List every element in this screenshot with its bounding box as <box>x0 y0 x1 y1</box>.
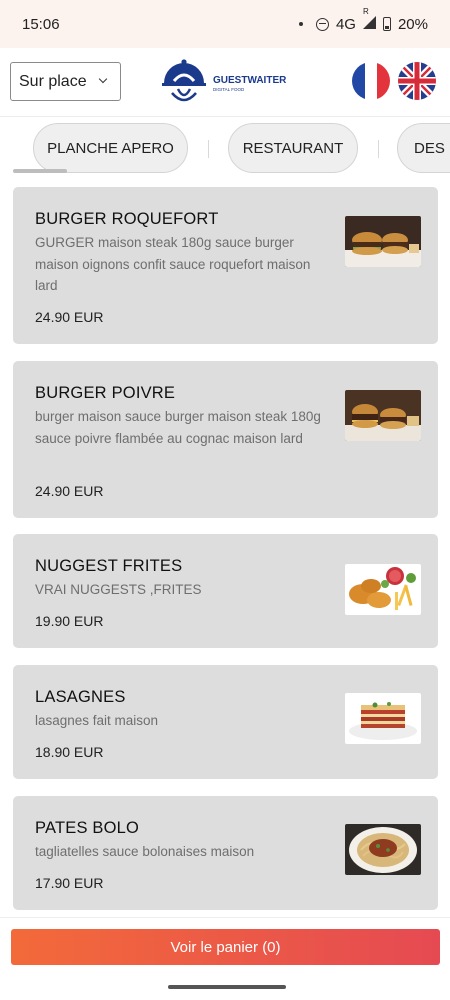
menu-item-price: 17.90 EUR <box>35 875 104 891</box>
nuggets-photo <box>345 564 421 615</box>
logo-tagline-text: DIGITAL FOOD <box>213 87 245 92</box>
french-flag-button[interactable] <box>352 62 390 100</box>
notification-dot-icon <box>298 22 303 26</box>
uk-flag-icon <box>398 62 436 100</box>
menu-item-card[interactable]: NUGGEST FRITES VRAI NUGGESTS ,FRITES 19.… <box>13 534 438 648</box>
category-tab-planche-apero[interactable]: PLANCHE APERO <box>33 123 188 173</box>
menu-item-name: BURGER ROQUEFORT <box>35 210 219 228</box>
menu-item-description: burger maison sauce burger maison steak … <box>35 409 321 446</box>
menu-item-name: BURGER POIVRE <box>35 384 176 402</box>
menu-item-name: LASAGNES <box>35 688 126 706</box>
chevron-down-icon <box>98 74 108 84</box>
category-divider <box>378 140 379 158</box>
app-header: Sur place GUESTWAITER DIGITAL FOOD <box>0 48 450 116</box>
menu-item-description: tagliatelles sauce bolonaises maison <box>35 844 255 859</box>
menu-item-description: VRAI NUGGESTS ,FRITES <box>35 582 202 597</box>
battery-level: 20% <box>397 15 428 33</box>
category-tabs: PLANCHE APERO RESTAURANT DES <box>0 116 450 182</box>
burger-photo <box>345 216 421 267</box>
menu-item-description: lasagnes fait maison <box>35 713 159 728</box>
network-type: 4G <box>335 15 356 33</box>
do-not-disturb-icon <box>315 17 329 31</box>
status-bar: 15:06 4G R 20% <box>0 0 450 48</box>
menu-item-name: PATES BOLO <box>35 819 140 837</box>
category-tab-desserts[interactable]: DES <box>397 123 450 173</box>
service-mode-value: Sur place <box>19 72 87 90</box>
menu-item-card[interactable]: BURGER POIVRE burger maison sauce burger… <box>13 361 438 518</box>
status-icons: 4G R 20% <box>298 7 428 33</box>
category-scroll-indicator <box>13 169 67 173</box>
battery-icon <box>382 17 391 31</box>
bottom-bar: Voir le panier (0) <box>0 917 450 1000</box>
menu-item-price: 19.90 EUR <box>35 613 104 629</box>
menu-item-price: 24.90 EUR <box>35 483 104 499</box>
logo-brand-text: GUESTWAITER <box>213 75 287 86</box>
menu-item-card[interactable]: LASAGNES lasagnes fait maison 18.90 EUR <box>13 665 438 779</box>
menu-item-list[interactable]: BURGER ROQUEFORT GURGER maison steak 180… <box>0 182 450 917</box>
english-flag-button[interactable] <box>398 62 436 100</box>
pasta-photo <box>345 824 421 875</box>
status-time: 15:06 <box>22 15 60 33</box>
signal-wrapper: R <box>362 7 376 33</box>
category-divider <box>208 140 209 158</box>
home-indicator[interactable] <box>168 985 286 989</box>
guestwaiter-logo: GUESTWAITER DIGITAL FOOD <box>160 57 292 107</box>
burger-photo <box>345 390 421 441</box>
menu-item-card[interactable]: PATES BOLO tagliatelles sauce bolonaises… <box>13 796 438 910</box>
logo-svg: GUESTWAITER DIGITAL FOOD <box>162 59 287 102</box>
menu-item-price: 24.90 EUR <box>35 309 104 325</box>
view-cart-button[interactable]: Voir le panier (0) <box>11 929 440 965</box>
lasagna-photo <box>345 693 421 744</box>
menu-item-description: GURGER maison steak 180g sauce burger ma… <box>35 235 311 293</box>
french-flag-icon <box>352 62 390 100</box>
menu-item-card[interactable]: BURGER ROQUEFORT GURGER maison steak 180… <box>13 187 438 344</box>
menu-item-name: NUGGEST FRITES <box>35 557 183 575</box>
category-tab-restaurant[interactable]: RESTAURANT <box>228 123 358 173</box>
service-mode-select[interactable]: Sur place <box>10 62 121 101</box>
menu-item-price: 18.90 EUR <box>35 744 104 760</box>
roaming-indicator: R <box>362 6 369 16</box>
signal-icon <box>362 15 376 29</box>
